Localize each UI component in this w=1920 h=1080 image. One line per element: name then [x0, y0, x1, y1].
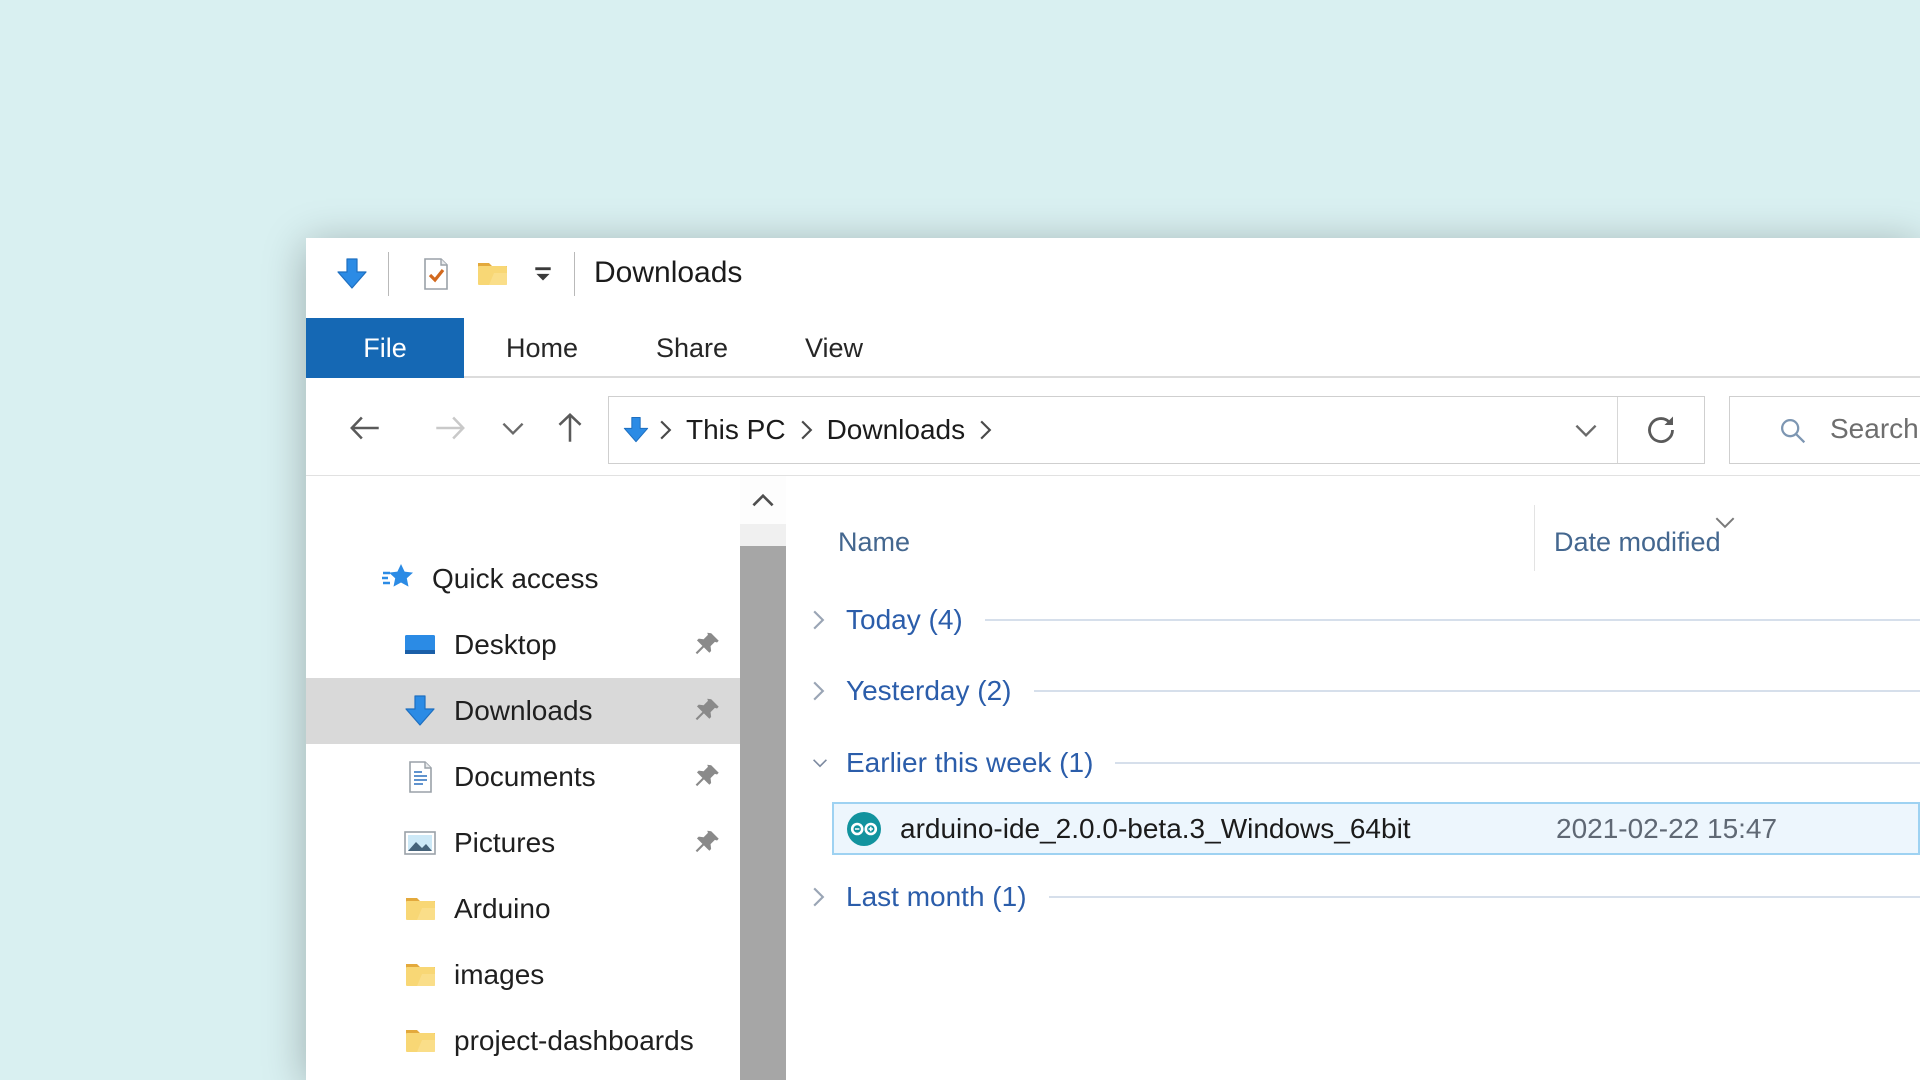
breadcrumb-chevron-icon [651, 419, 680, 441]
desktop-background: Downloads File Home Share View [0, 0, 1920, 1080]
scrollbar-thumb[interactable] [740, 546, 786, 1080]
breadcrumb-chevron-icon[interactable] [971, 419, 1000, 441]
tab-file-label: File [363, 333, 407, 364]
tab-view-label: View [805, 333, 863, 364]
address-dropdown-chevron-icon[interactable] [1555, 397, 1617, 463]
recent-locations-chevron-icon[interactable] [493, 408, 533, 448]
group-divider-line [1115, 762, 1920, 764]
file-list-pane: Name Date modified Today (4) [786, 476, 1920, 1080]
address-bar-controls [1555, 397, 1704, 463]
content-area: Quick access Desktop Downloads [306, 476, 1920, 1080]
column-separator[interactable] [1534, 505, 1535, 571]
sidebar-item-arduino[interactable]: Arduino [306, 876, 740, 942]
sidebar-item-label: Pictures [454, 827, 555, 859]
file-name[interactable]: arduino-ide_2.0.0-beta.3_Windows_64bit [900, 813, 1411, 845]
sidebar-item-desktop[interactable]: Desktop [306, 612, 740, 678]
document-icon [402, 759, 438, 795]
quick-access-star-icon [380, 561, 416, 597]
sidebar-item-project-dashboards[interactable]: project-dashboards [306, 1008, 740, 1074]
breadcrumb-chevron-icon[interactable] [792, 419, 821, 441]
sidebar-item-images[interactable]: images [306, 942, 740, 1008]
sidebar-scrollbar[interactable] [740, 476, 786, 1080]
chevron-right-icon[interactable] [812, 886, 828, 908]
downloads-arrow-icon [334, 256, 370, 292]
sidebar-item-quick-access[interactable]: Quick access [306, 546, 740, 612]
group-divider-line [1049, 896, 1920, 898]
picture-icon [402, 825, 438, 861]
sidebar-item-label: project-dashboards [454, 1025, 694, 1057]
folder-icon [402, 891, 438, 927]
sidebar-item-label: images [454, 959, 544, 991]
group-header-last-month[interactable]: Last month (1) [786, 877, 1920, 917]
file-date-modified: 2021-02-22 15:47 [1556, 813, 1777, 845]
sort-chevron-icon[interactable] [1714, 505, 1736, 536]
search-icon [1776, 414, 1810, 448]
pin-icon [692, 762, 722, 792]
refresh-icon[interactable] [1618, 397, 1704, 463]
sidebar-item-label: Downloads [454, 695, 593, 727]
sidebar-item-label: Arduino [454, 893, 551, 925]
downloads-arrow-icon [402, 693, 438, 729]
group-label[interactable]: Earlier this week (1) [846, 747, 1093, 779]
ribbon-tab-bar: File Home Share View [306, 310, 1920, 378]
chevron-right-icon[interactable] [812, 609, 828, 631]
search-box [1729, 396, 1920, 464]
group-divider-line [985, 619, 1920, 621]
column-header-row: Name Date modified [786, 505, 1920, 571]
toolbar-separator [574, 252, 575, 296]
properties-checked-document-icon[interactable] [418, 256, 454, 292]
chevron-right-icon[interactable] [812, 680, 828, 702]
group-header-earlier-this-week[interactable]: Earlier this week (1) [786, 743, 1920, 783]
pin-icon [692, 696, 722, 726]
group-label[interactable]: Last month (1) [846, 881, 1027, 913]
group-label[interactable]: Today (4) [846, 604, 963, 636]
forward-arrow-icon[interactable] [430, 408, 470, 448]
scrollbar-up-chevron-icon[interactable] [740, 476, 786, 524]
folder-icon [402, 957, 438, 993]
address-bar[interactable]: This PC Downloads [608, 396, 1705, 464]
sidebar-item-label: Quick access [432, 563, 599, 595]
back-arrow-icon[interactable] [345, 408, 385, 448]
toolbar-separator [388, 252, 389, 296]
sidebar-item-pictures[interactable]: Pictures [306, 810, 740, 876]
downloads-arrow-icon [621, 415, 651, 445]
column-header-date-modified[interactable]: Date modified [1554, 527, 1721, 558]
sidebar-item-documents[interactable]: Documents [306, 744, 740, 810]
sidebar-item-label: Documents [454, 761, 596, 793]
tab-share-label: Share [656, 333, 728, 364]
tab-home-label: Home [506, 333, 578, 364]
chevron-down-icon[interactable] [812, 756, 828, 770]
breadcrumb-downloads[interactable]: Downloads [821, 414, 972, 446]
arduino-logo-icon [844, 809, 884, 849]
customize-toolbar-chevron-icon[interactable] [532, 266, 554, 284]
window-title: Downloads [594, 256, 742, 290]
tab-share[interactable]: Share [624, 318, 760, 378]
group-header-yesterday[interactable]: Yesterday (2) [786, 671, 1920, 711]
sidebar-item-downloads[interactable]: Downloads [306, 678, 740, 744]
tab-home[interactable]: Home [474, 318, 610, 378]
group-label[interactable]: Yesterday (2) [846, 675, 1012, 707]
column-header-name[interactable]: Name [838, 527, 910, 558]
breadcrumb-this-pc[interactable]: This PC [680, 414, 792, 446]
file-explorer-window: Downloads File Home Share View [306, 238, 1920, 1080]
new-folder-icon[interactable] [474, 256, 510, 292]
search-input[interactable] [1830, 397, 1920, 461]
pin-icon [692, 630, 722, 660]
tab-file[interactable]: File [306, 318, 464, 378]
group-header-today[interactable]: Today (4) [786, 600, 1920, 640]
desktop-monitor-icon [402, 627, 438, 663]
sidebar-item-label: Desktop [454, 629, 557, 661]
navigation-pane: Quick access Desktop Downloads [306, 476, 740, 1080]
pin-icon [692, 828, 722, 858]
group-divider-line [1034, 690, 1920, 692]
folder-icon [402, 1023, 438, 1059]
title-bar: Downloads [306, 238, 1920, 310]
up-arrow-icon[interactable] [550, 408, 590, 448]
tab-view[interactable]: View [768, 318, 900, 378]
file-row-arduino-ide[interactable]: arduino-ide_2.0.0-beta.3_Windows_64bit 2… [832, 802, 1920, 855]
navigation-bar: This PC Downloads [306, 380, 1920, 476]
